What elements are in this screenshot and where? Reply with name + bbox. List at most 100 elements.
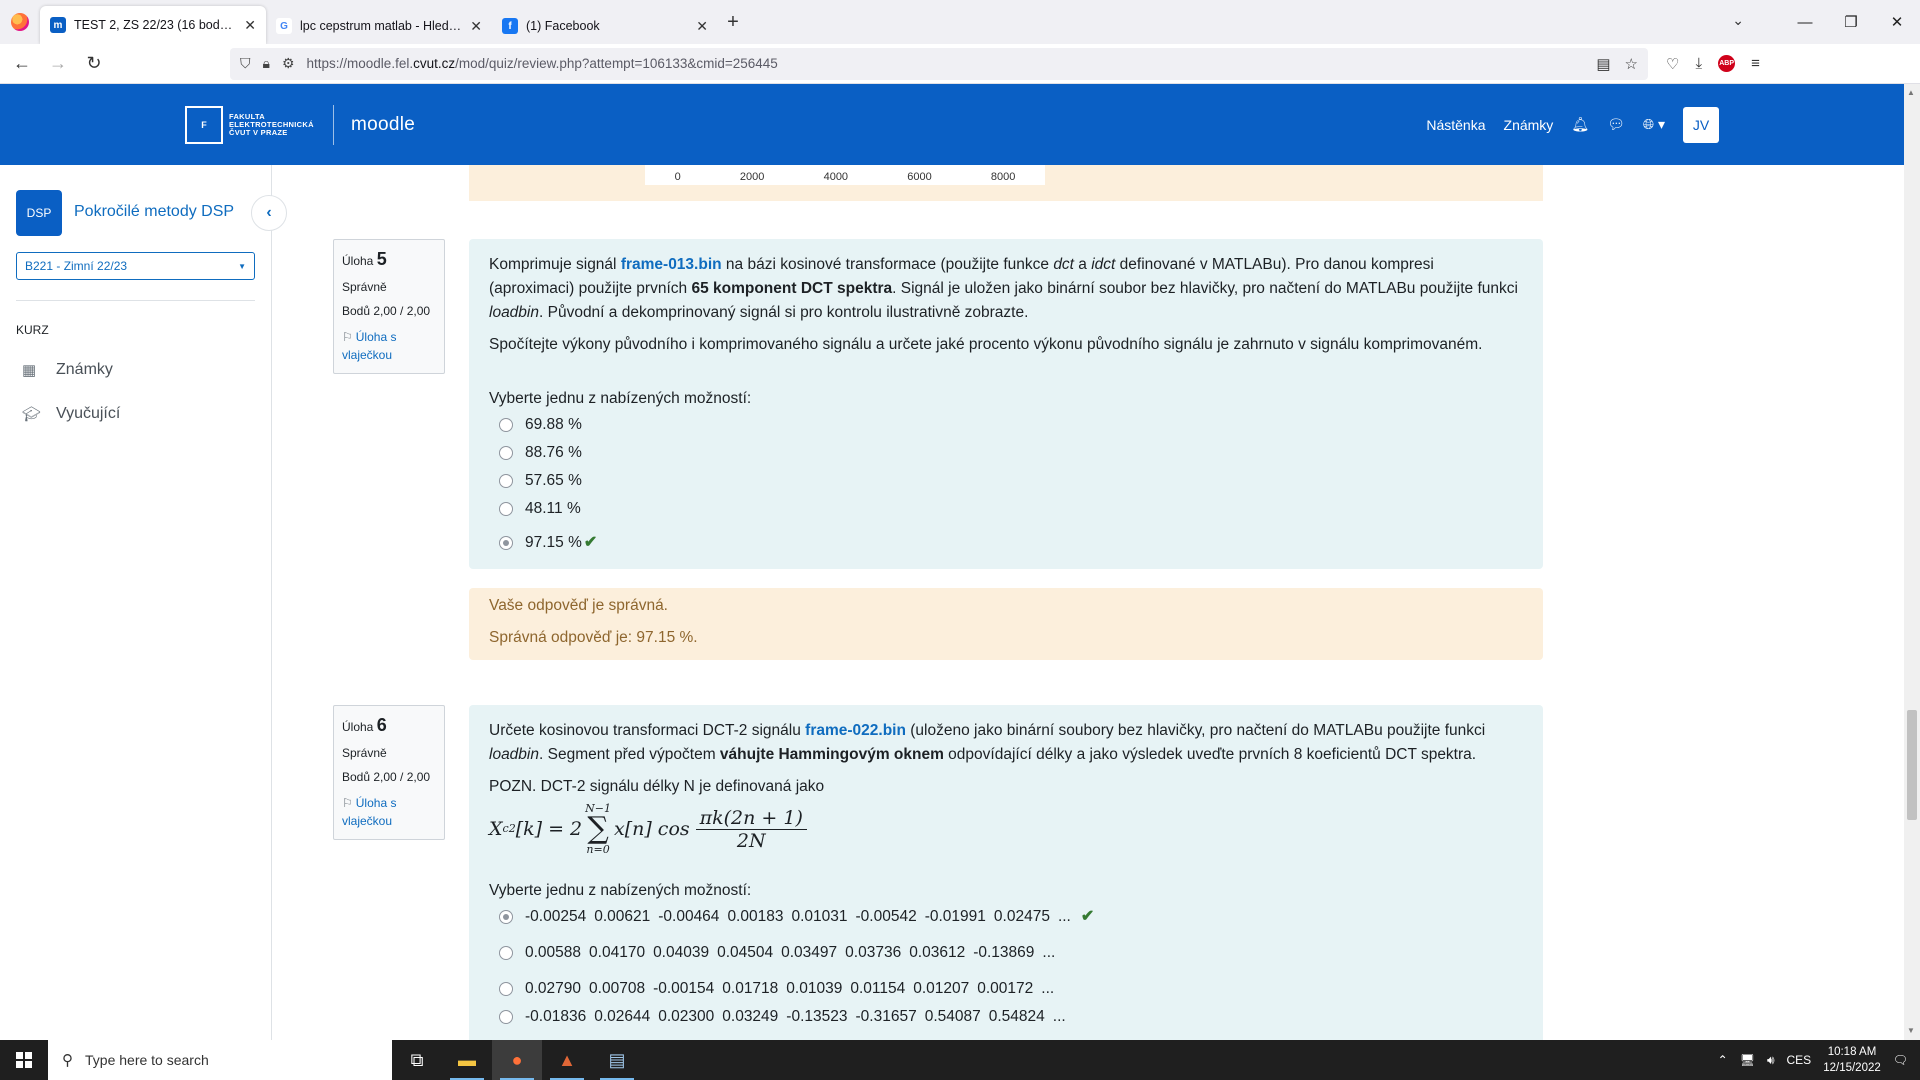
network-icon[interactable]: 🖥︎	[1740, 1053, 1755, 1067]
radio-button[interactable]	[499, 910, 513, 924]
shield-icon[interactable]: ⛉	[240, 55, 251, 72]
answer-option[interactable]: -0.01836 0.02644 0.02300 0.03249 -0.13523 -0.…	[489, 1003, 1523, 1031]
radio-button[interactable]	[499, 474, 513, 488]
taskbar-search[interactable]: ⚲ Type here to search	[48, 1040, 392, 1080]
fel-cvut-logo[interactable]: F FAKULTA ELEKTROTECHNICKÁ ČVUT V PRAZE	[185, 105, 314, 144]
language-globe-icon[interactable]: 🌐︎ ▾	[1643, 116, 1665, 133]
notifications-icon[interactable]: 🗨︎	[1893, 1053, 1908, 1067]
reload-button[interactable]: ↻	[76, 53, 112, 74]
radio-button[interactable]	[499, 446, 513, 460]
taskbar-clock[interactable]: 10:18 AM 12/15/2022	[1823, 1044, 1881, 1076]
radio-button[interactable]	[499, 536, 513, 550]
url-text[interactable]: https://moodle.fel.cvut.cz/mod/quiz/revi…	[307, 56, 1583, 71]
firefox-menu-icon[interactable]	[0, 0, 40, 44]
semester-select-value: B221 - Zimní 22/23	[25, 259, 128, 273]
answer-option[interactable]: 97.15 % ✔	[489, 529, 1523, 557]
answer-option[interactable]: 69.88 %	[489, 411, 1523, 439]
drawer-item-grades[interactable]: ▦ Známky	[22, 361, 113, 379]
coefficient-value: 0.04039	[653, 944, 710, 961]
scroll-down-arrow-icon[interactable]: ▼	[1907, 1026, 1915, 1035]
browser-tab[interactable]: f (1) Facebook ✕	[492, 8, 718, 44]
radio-button[interactable]	[499, 502, 513, 516]
lock-icon[interactable]: 🔒︎	[263, 55, 270, 72]
notepad-icon[interactable]: ▤	[592, 1040, 642, 1080]
back-button[interactable]: ←	[4, 53, 40, 74]
reader-view-icon[interactable]: ▤	[1596, 55, 1610, 73]
firefox-taskbar-icon[interactable]: ●	[492, 1040, 542, 1080]
coefficient-value: -0.13523	[786, 1008, 848, 1025]
notifications-bell-icon[interactable]: 🔔︎	[1571, 116, 1589, 133]
answer-option[interactable]: 0.02790 0.00708 -0.00154 0.01718 0.01039 0.01…	[489, 975, 1523, 1003]
menu-hamburger-icon[interactable]: ≡	[1751, 55, 1760, 72]
flag-icon: ⚐	[342, 796, 353, 810]
file-link-frame-022[interactable]: frame-022.bin	[805, 722, 906, 739]
answer-option[interactable]: 0.00588 0.04170 0.04039 0.04504 0.03497 0.037…	[489, 939, 1523, 967]
drawer-item-label: Známky	[56, 361, 113, 378]
flag-question-link[interactable]: ⚐ Úloha s vlaječkou	[342, 794, 436, 830]
tray-chevron-up-icon[interactable]: ⌃	[1718, 1053, 1728, 1067]
coefficient-value: -0.00154	[653, 980, 715, 997]
forward-button[interactable]: →	[40, 53, 76, 74]
page-scrollbar[interactable]: ▲ ▼	[1904, 84, 1920, 1040]
coefficient-value: -0.31657	[855, 1008, 917, 1025]
question-grade: Bodů 2,00 / 2,00	[342, 304, 431, 318]
coefficient-value: -0.13869	[973, 944, 1035, 961]
semester-select[interactable]: B221 - Zimní 22/23 ▼	[16, 252, 255, 280]
url-bar[interactable]: ⛉ 🔒︎ ⚙︎ https://moodle.fel.cvut.cz/mod/q…	[230, 47, 1648, 80]
header-divider	[333, 104, 334, 145]
input-language[interactable]: CES	[1787, 1053, 1812, 1067]
radio-button[interactable]	[499, 418, 513, 432]
radio-button[interactable]	[499, 982, 513, 996]
start-button[interactable]	[0, 1040, 48, 1080]
radio-button[interactable]	[499, 946, 513, 960]
question-6-para-1: Určete kosinovou transformaci DCT-2 sign…	[489, 722, 1486, 763]
bookmark-star-icon[interactable]: ☆	[1625, 55, 1638, 73]
tab-list-chevron-icon[interactable]: ⌄	[1732, 12, 1744, 29]
drawer-item-teachers[interactable]: 🎓︎ Vyučující	[22, 405, 120, 423]
matlab-icon[interactable]: ▲	[542, 1040, 592, 1080]
dct2-formula: Xc2 [k] = 2 N−1 ∑ n=0 x[n] cos πk(2n + 1)…	[489, 803, 1523, 855]
pocket-icon[interactable]: ♡	[1666, 55, 1679, 73]
close-tab-icon[interactable]: ✕	[244, 17, 256, 34]
radio-button[interactable]	[499, 1010, 513, 1024]
scroll-up-arrow-icon[interactable]: ▲	[1907, 88, 1915, 97]
coefficient-value: 0.01031	[791, 908, 848, 925]
answer-option[interactable]: -0.00254 0.00621 -0.00464 0.00183 0.01031 -0.…	[489, 903, 1523, 931]
close-tab-icon[interactable]: ✕	[470, 18, 482, 35]
browser-tab[interactable]: m TEST 2, ZS 22/23 (16 bodů) - Cz ✕	[40, 6, 266, 44]
restore-button[interactable]: ❐	[1828, 13, 1874, 31]
course-badge[interactable]: DSP	[16, 190, 62, 236]
drawer-divider	[16, 300, 255, 301]
volume-icon[interactable]: 🔊︎	[1767, 1053, 1775, 1068]
user-avatar[interactable]: JV	[1683, 106, 1719, 143]
answer-options-5: 69.88 % 88.76 % 57.65 % 48.11 % 97.15 % ✔	[489, 411, 1523, 557]
nav-dashboard[interactable]: Nástěnka	[1426, 117, 1485, 133]
messages-chat-icon[interactable]: 💬︎	[1607, 116, 1625, 133]
scrollbar-thumb[interactable]	[1907, 710, 1917, 820]
adblock-icon[interactable]: ABP	[1718, 55, 1736, 72]
answer-option[interactable]: 48.11 %	[489, 495, 1523, 523]
new-tab-button[interactable]: +	[718, 11, 748, 34]
coefficient-value: 0.04504	[717, 944, 774, 961]
permissions-icon[interactable]: ⚙︎	[282, 55, 295, 72]
answer-option[interactable]: 88.76 %	[489, 439, 1523, 467]
close-window-button[interactable]: ✕	[1874, 13, 1920, 31]
downloads-icon[interactable]: ⤓	[1695, 55, 1702, 72]
moodle-brand[interactable]: moodle	[351, 114, 415, 136]
nav-grades[interactable]: Známky	[1504, 117, 1554, 133]
close-tab-icon[interactable]: ✕	[696, 18, 708, 35]
answer-options-6: -0.00254 0.00621 -0.00464 0.00183 0.01031 -0.…	[489, 903, 1523, 1031]
browser-tab[interactable]: Glpc cepstrum matlab - Hledat G ✕	[266, 8, 492, 44]
file-explorer-icon[interactable]: ▬	[442, 1040, 492, 1080]
navigation-toolbar: ← → ↻ ⛉ 🔒︎ ⚙︎ https://moodle.fel.cvut.cz…	[0, 44, 1920, 84]
course-title-link[interactable]: Pokročilé metody DSP	[74, 203, 234, 221]
close-drawer-chevron-left-icon[interactable]: ‹	[251, 195, 287, 231]
file-link-frame-013[interactable]: frame-013.bin	[621, 256, 722, 273]
flag-question-link[interactable]: ⚐ Úloha s vlaječkou	[342, 328, 436, 364]
minimize-button[interactable]: —	[1782, 14, 1828, 31]
answer-option[interactable]: 57.65 %	[489, 467, 1523, 495]
coefficient-value: 0.03736	[845, 944, 902, 961]
task-view-icon[interactable]: ⧉	[392, 1040, 442, 1080]
system-tray: ⌃ 🖥︎ 🔊︎ CES 10:18 AM 12/15/2022 🗨︎	[1718, 1044, 1920, 1076]
coefficient-value: 0.02790	[525, 980, 582, 997]
